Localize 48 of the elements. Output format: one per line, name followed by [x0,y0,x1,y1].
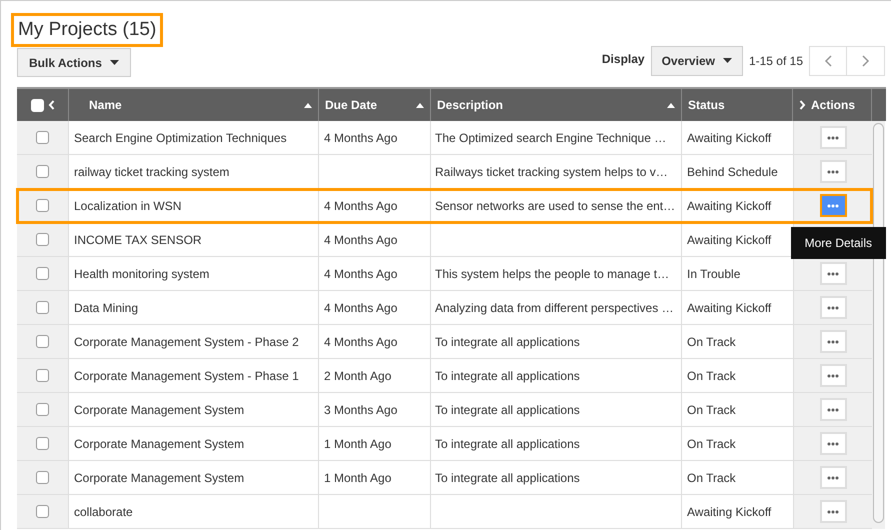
project-status: Awaiting Kickoff [687,232,772,248]
page-title: My Projects (15) [11,13,164,47]
project-name: Corporate Management System - Phase 1 [74,368,299,384]
project-name: Corporate Management System - Phase 2 [74,334,299,350]
project-status: In Trouble [687,266,740,282]
due-date: 3 Months Ago [324,402,398,418]
project-status: On Track [687,402,736,418]
project-description: This system helps the people to manage t… [435,266,670,282]
due-date: 4 Months Ago [324,300,398,316]
due-date: 4 Months Ago [324,130,398,146]
project-name: railway ticket tracking system [74,164,230,180]
project-name: collaborate [74,504,133,520]
project-status: Awaiting Kickoff [687,504,772,520]
project-name: Search Engine Optimization Techniques [74,130,287,146]
project-status: On Track [687,334,736,350]
project-description: Railways ticket tracking system helps to v… [435,164,668,180]
tooltip: More Details [790,227,886,259]
due-date: 4 Months Ago [324,232,398,248]
project-name: Health monitoring system [74,266,210,282]
project-name: Corporate Management System [74,470,244,486]
project-status: Awaiting Kickoff [687,300,772,316]
project-description: Analyzing data from different perspectives … [435,300,674,316]
project-description: To integrate all applications [435,402,580,418]
project-description: The Optimized search Engine Technique … [435,130,666,146]
project-status: Behind Schedule [687,164,778,180]
project-name: INCOME TAX SENSOR [74,232,202,248]
due-date: 2 Month Ago [324,368,392,384]
page-range: 1-15 of 15 [748,52,803,70]
project-status: Awaiting Kickoff [687,130,772,146]
due-date: 4 Months Ago [324,266,398,282]
project-name: Corporate Management System [74,436,244,452]
project-description: To integrate all applications [435,368,580,384]
project-description: To integrate all applications [435,334,580,350]
project-description: To integrate all applications [435,470,580,486]
project-status: On Track [687,436,736,452]
due-date: 1 Month Ago [324,470,392,486]
due-date: 4 Months Ago [324,334,398,350]
project-name: Localization in WSN [74,198,182,214]
project-status: On Track [687,368,736,384]
project-description: Sensor networks are used to sense the ent… [435,198,676,214]
project-status: Awaiting Kickoff [687,198,772,214]
project-status: On Track [687,470,736,486]
project-description: To integrate all applications [435,436,580,452]
due-date: 4 Months Ago [324,198,398,214]
project-name: Data Mining [74,300,138,316]
project-name: Corporate Management System [74,402,244,418]
display-label: Display [602,50,645,68]
due-date: 1 Month Ago [324,436,392,452]
